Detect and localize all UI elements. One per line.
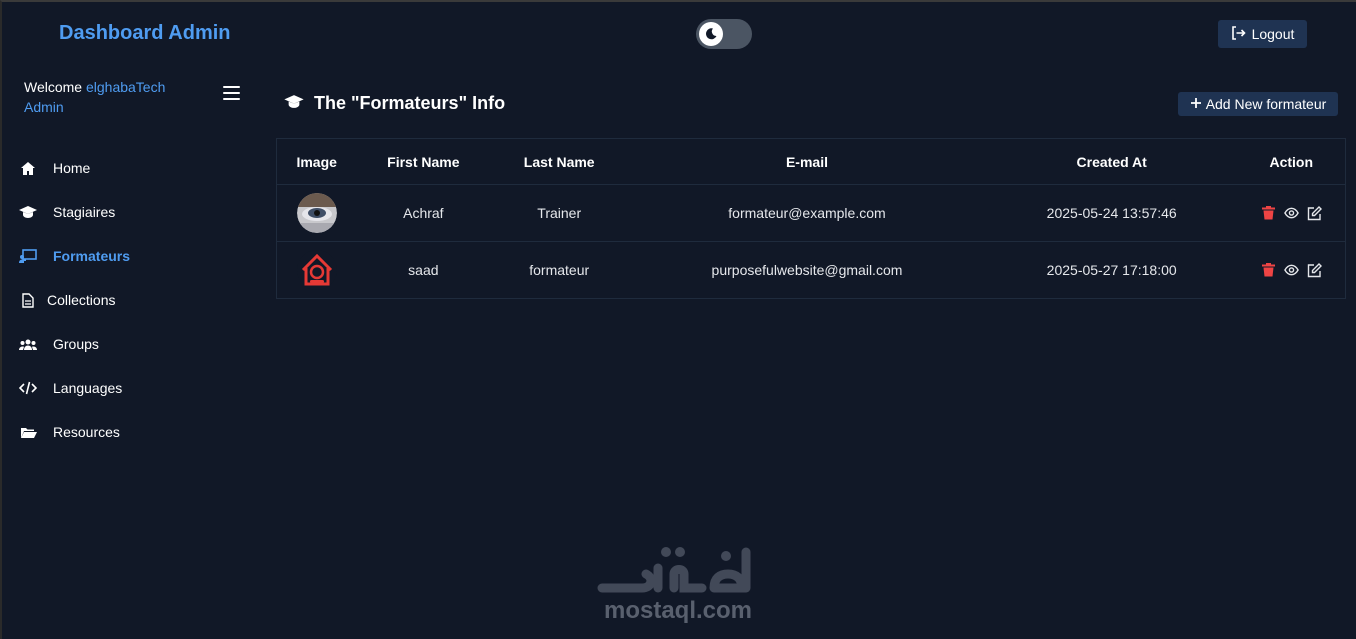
formateurs-table: Image First Name Last Name E-mail Create… (276, 138, 1346, 299)
column-header-action: Action (1237, 138, 1346, 185)
table-header-row: Image First Name Last Name E-mail Create… (276, 138, 1346, 185)
folder-open-icon (19, 424, 37, 440)
watermark-logo (597, 547, 751, 593)
brand-title[interactable]: Dashboard Admin (59, 22, 231, 45)
user-name: elghabaTech (85, 79, 166, 95)
trash-icon[interactable] (1261, 263, 1276, 278)
first-name-cell: saad (356, 241, 491, 299)
email-cell: purposefulwebsite@gmail.com (628, 241, 986, 299)
sidebar-item-label: Resources (53, 424, 120, 440)
sidebar-item-label: Groups (53, 336, 99, 352)
sidebar-item-groups[interactable]: Groups (0, 322, 250, 366)
code-icon (19, 380, 37, 396)
graduation-cap-icon (284, 93, 304, 114)
last-name-cell: formateur (490, 241, 629, 299)
sidebar-item-label: Languages (53, 380, 123, 396)
logout-label: Logout (1251, 26, 1295, 42)
add-formateur-label: Add New formateur (1205, 96, 1327, 112)
sidebar-nav: Home Stagiaires Formateurs Collections G… (0, 146, 250, 454)
welcome-prefix: Welcome (24, 79, 83, 95)
sidebar-item-home[interactable]: Home (0, 146, 250, 190)
page-title-text: The "Formateurs" Info (314, 93, 506, 113)
sidebar-item-label: Collections (47, 292, 116, 308)
action-cell (1237, 184, 1346, 242)
graduation-cap-icon (19, 204, 37, 220)
last-name-cell: Trainer (490, 184, 629, 242)
table-row: saad formateur purposefulwebsite@gmail.c… (276, 241, 1346, 299)
created-at-cell: 2025-05-24 13:57:46 (985, 184, 1238, 242)
file-icon (19, 292, 37, 308)
logout-button[interactable]: Logout (1218, 20, 1307, 48)
first-name-cell: Achraf (356, 184, 491, 242)
welcome-text: Welcome elghabaTech Admin (24, 77, 204, 117)
watermark-text: mostaql.com (603, 597, 753, 624)
sidebar-item-label: Formateurs (53, 248, 131, 264)
image-cell (276, 184, 357, 242)
sidebar-item-stagiaires[interactable]: Stagiaires (0, 190, 250, 234)
column-header-created-at: Created At (985, 138, 1238, 185)
sidebar-item-languages[interactable]: Languages (0, 366, 250, 410)
sidebar-item-resources[interactable]: Resources (0, 410, 250, 454)
sidebar-item-collections[interactable]: Collections (0, 278, 250, 322)
chalkboard-teacher-icon (19, 248, 37, 264)
sidebar-item-formateurs[interactable]: Formateurs (0, 234, 250, 278)
avatar (296, 250, 337, 290)
add-formateur-button[interactable]: Add New formateur (1178, 92, 1338, 116)
sidebar-item-label: Home (53, 160, 91, 176)
column-header-email: E-mail (628, 138, 986, 185)
user-role: Admin (24, 99, 64, 115)
theme-toggle[interactable] (696, 19, 752, 49)
avatar (296, 193, 337, 233)
sidebar-item-label: Stagiaires (53, 204, 116, 220)
page-title: The "Formateurs" Info (284, 93, 505, 114)
trash-icon[interactable] (1261, 206, 1276, 221)
users-icon (19, 336, 37, 352)
home-icon (19, 160, 37, 176)
action-cell (1237, 241, 1346, 299)
email-cell: formateur@example.com (628, 184, 986, 242)
menu-toggle-icon[interactable] (223, 86, 240, 102)
edit-icon[interactable] (1307, 262, 1322, 278)
column-header-first-name: First Name (356, 138, 491, 185)
moon-icon (699, 22, 723, 46)
plus-icon (1190, 96, 1202, 112)
created-at-cell: 2025-05-27 17:18:00 (985, 241, 1238, 299)
column-header-last-name: Last Name (490, 138, 629, 185)
sign-out-icon (1231, 25, 1246, 43)
table-row: Achraf Trainer formateur@example.com 202… (276, 184, 1346, 242)
eye-icon[interactable] (1283, 206, 1299, 221)
edit-icon[interactable] (1307, 205, 1322, 221)
image-cell (276, 241, 357, 299)
eye-icon[interactable] (1283, 263, 1299, 278)
column-header-image: Image (276, 138, 357, 185)
